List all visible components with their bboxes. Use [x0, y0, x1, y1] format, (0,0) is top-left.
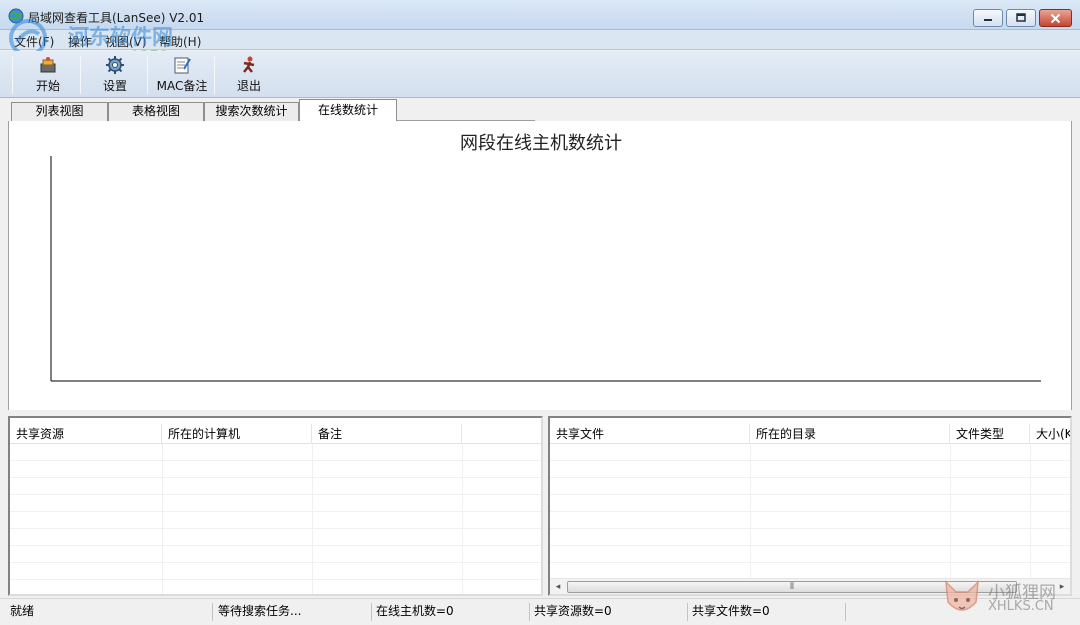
column-header-blank[interactable] — [462, 424, 542, 444]
toolbar-separator — [80, 56, 81, 94]
status-shared-resources: 共享资源数=0 — [532, 602, 684, 622]
status-separator — [529, 603, 530, 621]
shared-resource-list-header: 共享资源 所在的计算机 备注 — [10, 424, 541, 444]
table-row[interactable] — [10, 478, 541, 495]
menu-view[interactable]: 视图(V) — [105, 33, 147, 50]
scroll-left-arrow-icon[interactable]: ◂ — [550, 579, 566, 595]
window-title: 局域网查看工具(LanSee) V2.01 — [28, 9, 204, 26]
column-header-shared-resource[interactable]: 共享资源 — [10, 424, 162, 444]
toolbar-grip — [12, 56, 13, 94]
table-row[interactable] — [550, 529, 1070, 546]
tab-online-count-stats[interactable]: 在线数统计 — [299, 99, 397, 121]
exit-button[interactable]: 退出 — [225, 55, 273, 95]
status-ready: 就绪 — [8, 602, 208, 622]
status-separator — [687, 603, 688, 621]
column-header-remark[interactable]: 备注 — [312, 424, 462, 444]
table-row[interactable] — [10, 546, 541, 563]
start-button[interactable]: 开始 — [24, 55, 72, 95]
status-bar: 就绪 等待搜索任务... 在线主机数=0 共享资源数=0 共享文件数=0 — [0, 598, 1080, 625]
horizontal-scrollbar[interactable]: ◂ ⦀ ▸ — [550, 578, 1070, 594]
online-hosts-chart — [9, 121, 1071, 410]
menu-bar: 文件(F) 操作 视图(V) 帮助(H) — [0, 30, 1080, 50]
exit-icon — [239, 55, 259, 75]
tab-list-view[interactable]: 列表视图 — [11, 102, 108, 121]
table-row[interactable] — [550, 495, 1070, 512]
table-row[interactable] — [10, 495, 541, 512]
table-row[interactable] — [10, 529, 541, 546]
status-shared-files: 共享文件数=0 — [690, 602, 840, 622]
shared-resource-list[interactable]: 共享资源 所在的计算机 备注 — [8, 416, 543, 596]
status-separator — [212, 603, 213, 621]
start-icon — [38, 55, 58, 75]
settings-button[interactable]: 设置 — [91, 55, 139, 95]
status-online-hosts: 在线主机数=0 — [374, 602, 526, 622]
table-row[interactable] — [10, 512, 541, 529]
scrollbar-thumb[interactable]: ⦀ — [567, 581, 1017, 593]
close-icon — [1050, 13, 1061, 24]
start-label: 开始 — [36, 77, 60, 94]
menu-operate[interactable]: 操作 — [68, 33, 92, 50]
table-row[interactable] — [10, 563, 541, 580]
tab-search-count-stats[interactable]: 搜索次数统计 — [204, 102, 299, 121]
table-row[interactable] — [550, 512, 1070, 529]
table-row[interactable] — [550, 461, 1070, 478]
maximize-button[interactable] — [1006, 9, 1036, 27]
chart-panel: 网段在线主机数统计 — [8, 121, 1072, 410]
toolbar-separator — [214, 56, 215, 94]
status-separator — [845, 603, 846, 621]
settings-label: 设置 — [103, 77, 127, 94]
exit-label: 退出 — [237, 77, 261, 94]
status-separator — [371, 603, 372, 621]
minimize-icon — [983, 13, 993, 23]
toolbar-separator — [147, 56, 148, 94]
mac-note-icon — [172, 55, 192, 75]
status-task: 等待搜索任务... — [216, 602, 368, 622]
maximize-icon — [1016, 13, 1026, 23]
table-row[interactable] — [550, 546, 1070, 563]
menu-help[interactable]: 帮助(H) — [159, 33, 201, 50]
close-button[interactable] — [1039, 9, 1072, 27]
menu-file[interactable]: 文件(F) — [14, 33, 54, 50]
globe-icon — [8, 8, 24, 24]
table-row[interactable] — [10, 461, 541, 478]
table-row[interactable] — [550, 444, 1070, 461]
settings-gear-icon — [105, 55, 125, 75]
view-tabs: 列表视图 表格视图 搜索次数统计 在线数统计 — [8, 99, 1072, 121]
shared-file-list[interactable]: 共享文件 所在的目录 文件类型 大小(K ◂ ⦀ ▸ — [548, 416, 1072, 596]
minimize-button[interactable] — [973, 9, 1003, 27]
column-header-directory[interactable]: 所在的目录 — [750, 424, 950, 444]
mac-note-button[interactable]: MAC备注 — [154, 55, 210, 95]
column-header-shared-file[interactable]: 共享文件 — [550, 424, 750, 444]
scroll-right-arrow-icon[interactable]: ▸ — [1054, 579, 1070, 595]
tab-table-view[interactable]: 表格视图 — [108, 102, 204, 121]
table-row[interactable] — [10, 444, 541, 461]
column-header-file-type[interactable]: 文件类型 — [950, 424, 1030, 444]
table-row[interactable] — [550, 478, 1070, 495]
column-header-size[interactable]: 大小(K — [1030, 424, 1072, 444]
shared-file-list-header: 共享文件 所在的目录 文件类型 大小(K — [550, 424, 1070, 444]
column-header-computer[interactable]: 所在的计算机 — [162, 424, 312, 444]
mac-note-label: MAC备注 — [157, 77, 208, 94]
toolbar: 开始 设置 MAC备注 退出 — [0, 51, 1080, 98]
title-bar[interactable]: 局域网查看工具(LanSee) V2.01 — [0, 0, 1080, 30]
